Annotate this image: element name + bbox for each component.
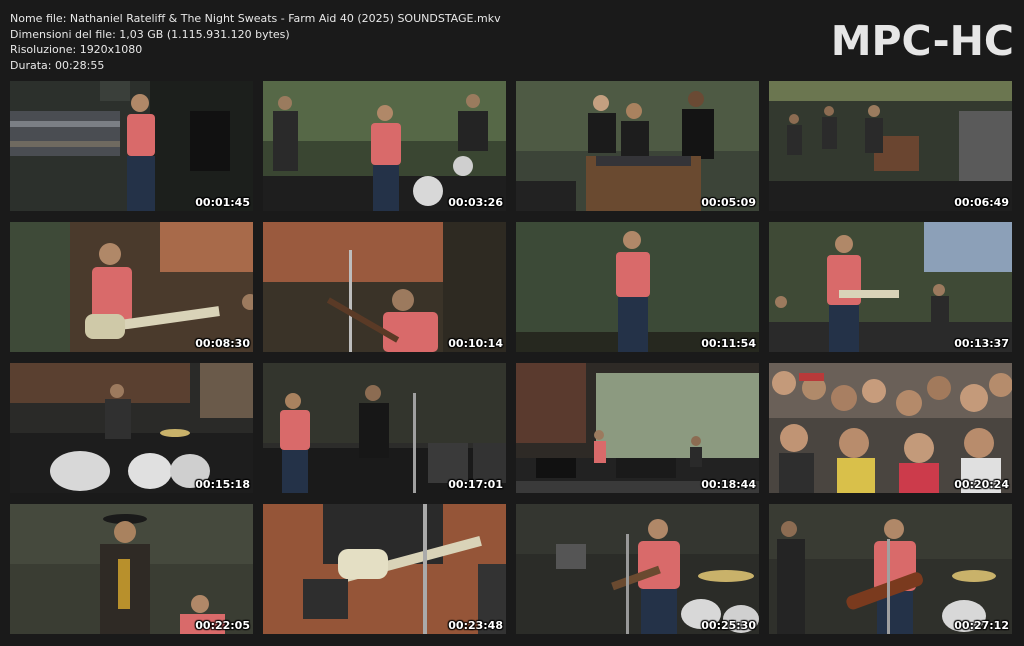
timestamp: 00:10:14: [448, 337, 503, 350]
video-frame: [769, 363, 1012, 493]
timestamp: 00:05:09: [701, 196, 756, 209]
file-name: Nome file: Nathaniel Rateliff & The Nigh…: [10, 12, 501, 25]
thumbnail[interactable]: 00:05:09: [516, 81, 759, 211]
timestamp: 00:03:26: [448, 196, 503, 209]
thumbnail[interactable]: 00:22:05: [10, 504, 253, 634]
timestamp: 00:13:37: [954, 337, 1009, 350]
thumbnail[interactable]: 00:18:44: [516, 363, 759, 493]
video-frame: [516, 363, 759, 493]
timestamp: 00:22:05: [195, 619, 250, 632]
timestamp: 00:20:24: [954, 478, 1009, 491]
thumbnail[interactable]: 00:01:45: [10, 81, 253, 211]
video-frame: [10, 363, 253, 493]
timestamp: 00:15:18: [195, 478, 250, 491]
thumbnail[interactable]: 00:23:48: [263, 504, 506, 634]
thumbnail[interactable]: 00:17:01: [263, 363, 506, 493]
video-frame: [769, 222, 1012, 352]
video-frame: [10, 504, 253, 634]
thumbnail-grid: 00:01:45 00:03:26 00:05:09 00:06:49 00:0…: [10, 81, 1013, 634]
timestamp: 00:27:12: [954, 619, 1009, 632]
video-frame: [516, 504, 759, 634]
timestamp: 00:08:30: [195, 337, 250, 350]
thumbnail[interactable]: 00:06:49: [769, 81, 1012, 211]
timestamp: 00:11:54: [701, 337, 756, 350]
video-frame: [263, 222, 506, 352]
thumbnail[interactable]: 00:20:24: [769, 363, 1012, 493]
thumbnail-sheet: Nome file: Nathaniel Rateliff & The Nigh…: [0, 0, 1024, 646]
video-frame: [263, 504, 506, 634]
thumbnail[interactable]: 00:03:26: [263, 81, 506, 211]
thumbnail[interactable]: 00:27:12: [769, 504, 1012, 634]
file-size: Dimensioni del file: 1,03 GB (1.115.931.…: [10, 27, 290, 41]
video-frame: [516, 222, 759, 352]
video-frame: [769, 504, 1012, 634]
timestamp: 00:17:01: [448, 478, 503, 491]
video-frame: [516, 81, 759, 211]
video-frame: [10, 81, 253, 211]
thumbnail[interactable]: 00:11:54: [516, 222, 759, 352]
mpc-hc-logo: MPC-HC: [830, 17, 1014, 65]
timestamp: 00:01:45: [195, 196, 250, 209]
thumbnail[interactable]: 00:10:14: [263, 222, 506, 352]
thumbnail[interactable]: 00:25:30: [516, 504, 759, 634]
video-frame: [263, 363, 506, 493]
timestamp: 00:06:49: [954, 196, 1009, 209]
file-resolution: Risoluzione: 1920x1080: [10, 43, 143, 56]
timestamp: 00:18:44: [701, 478, 756, 491]
timestamp: 00:23:48: [448, 619, 503, 632]
video-frame: [263, 81, 506, 211]
thumbnail[interactable]: 00:13:37: [769, 222, 1012, 352]
timestamp: 00:25:30: [701, 619, 756, 632]
thumbnail[interactable]: 00:15:18: [10, 363, 253, 493]
thumbnail[interactable]: 00:08:30: [10, 222, 253, 352]
video-frame: [10, 222, 253, 352]
file-info: Nome file: Nathaniel Rateliff & The Nigh…: [10, 11, 501, 73]
video-frame: [769, 81, 1012, 211]
file-duration: Durata: 00:28:55: [10, 58, 105, 72]
